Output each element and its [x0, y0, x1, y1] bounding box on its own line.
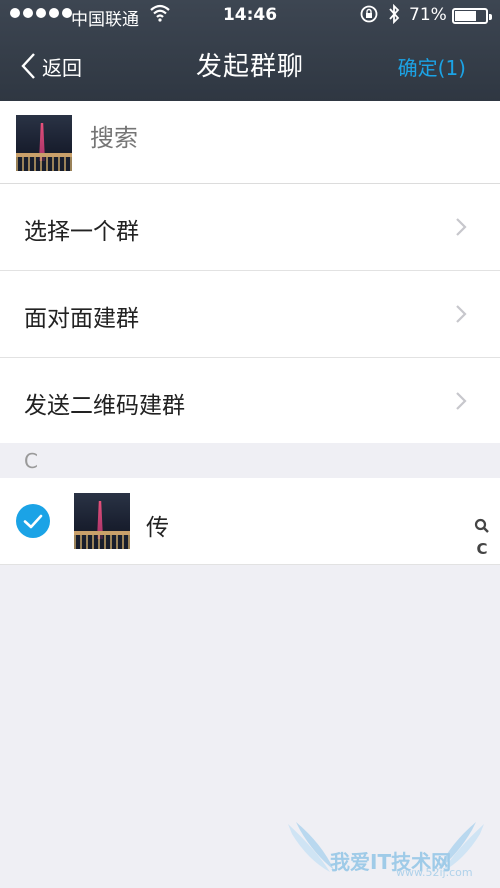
- selected-avatar[interactable]: [16, 115, 72, 171]
- search-icon[interactable]: [474, 518, 490, 534]
- status-bar: 中国联通 14:46 71%: [0, 0, 500, 34]
- menu-item-label: 面对面建群: [24, 306, 139, 332]
- battery-icon: [452, 8, 492, 24]
- contact-name: 传: [146, 515, 169, 541]
- menu-item-face-to-face[interactable]: 面对面建群: [0, 271, 500, 358]
- chevron-right-icon: [456, 305, 467, 323]
- battery-percent: 71%: [409, 5, 447, 25]
- search-input[interactable]: [88, 123, 472, 153]
- navigation-header: 中国联通 14:46 71% 返回 发起群聊 确定(1): [0, 0, 500, 101]
- watermark: 我爱IT技术网 www.52ij.com: [286, 820, 486, 880]
- menu-item-label: 选择一个群: [24, 219, 139, 245]
- index-letter[interactable]: C: [470, 540, 494, 558]
- menu-item-qrcode-group[interactable]: 发送二维码建群: [0, 358, 500, 444]
- create-group-options: 选择一个群 面对面建群 发送二维码建群: [0, 184, 500, 444]
- chevron-right-icon: [456, 218, 467, 236]
- menu-item-label: 发送二维码建群: [24, 393, 185, 419]
- menu-item-select-group[interactable]: 选择一个群: [0, 184, 500, 271]
- checkmark-icon[interactable]: [16, 504, 50, 538]
- chevron-right-icon: [456, 392, 467, 410]
- contact-row[interactable]: 传: [0, 478, 500, 565]
- watermark-url: www.52ij.com: [396, 866, 473, 879]
- section-header: C: [0, 443, 500, 478]
- alphabet-index-bar[interactable]: C: [470, 518, 494, 558]
- contact-avatar: [74, 493, 130, 549]
- rotation-lock-icon: [360, 4, 378, 29]
- confirm-button[interactable]: 确定(1): [398, 52, 466, 81]
- bluetooth-icon: [387, 3, 401, 29]
- section-letter: C: [24, 449, 38, 473]
- search-bar: [0, 101, 500, 184]
